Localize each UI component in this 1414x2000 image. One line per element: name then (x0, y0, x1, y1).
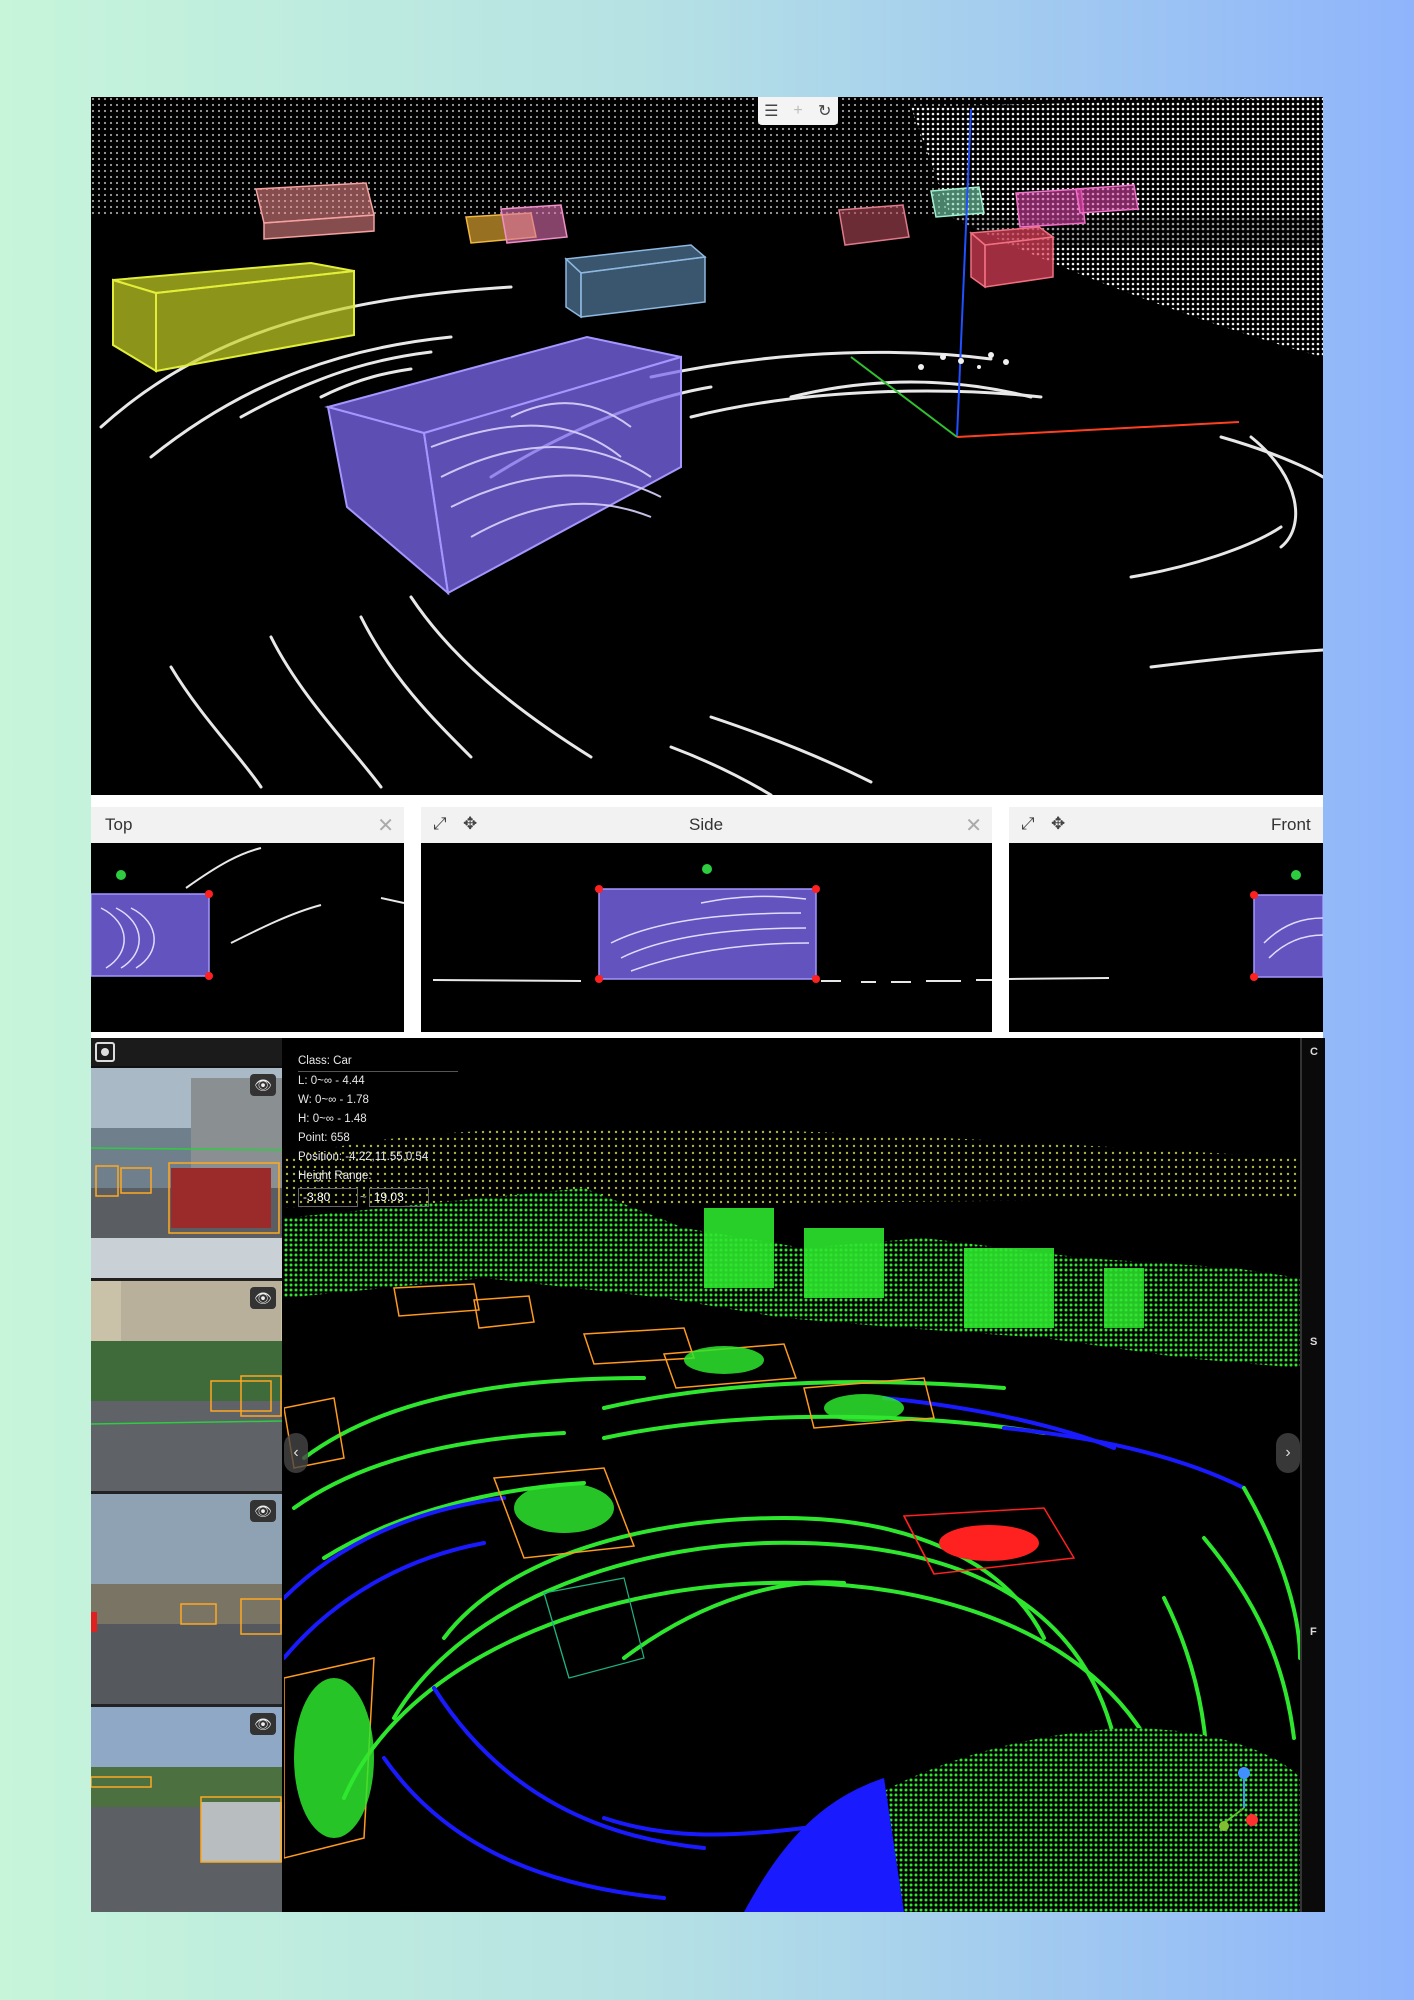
object-box-yellow (112, 261, 355, 373)
plus-icon: + (793, 102, 803, 119)
side-view-canvas[interactable] (421, 843, 992, 1032)
height-range-inputs: -3.80 ~19.03 (298, 1186, 458, 1208)
height-range-max-input[interactable]: 19.03 (368, 1188, 429, 1207)
move-icon[interactable]: ✥ (463, 814, 477, 834)
height-range-min-input[interactable]: -3.80 (298, 1188, 358, 1207)
object-box-salmon (255, 182, 375, 240)
align-icon[interactable]: ☰ (760, 101, 782, 121)
position-line: Position: -4.22,11.55,0.54 (298, 1151, 429, 1163)
point-count-line: Point: 658 (298, 1132, 350, 1144)
object-box-blue (564, 244, 707, 319)
3d-viewport[interactable]: ☰ + ↻ (91, 97, 1323, 795)
object-box-rose (838, 204, 910, 246)
chevron-left-icon[interactable]: ‹ (284, 1433, 308, 1473)
visibility-eye-icon[interactable]: 👁 (250, 1500, 276, 1522)
object-box-teal (543, 1577, 645, 1679)
front-view-header: ⤢ ✥ Front (1009, 807, 1323, 843)
side-view-title: Side (689, 815, 724, 834)
front-view-panel[interactable]: ⤢ ✥ Front (1009, 807, 1323, 1032)
camera-image-1[interactable]: 👁 (91, 1068, 282, 1281)
length-line: L: 0~∞ - 4.44 (298, 1075, 365, 1087)
top-view-panel[interactable]: Top ✕ (91, 807, 404, 1032)
front-view-title: Front (1271, 815, 1311, 834)
object-box-mint (930, 186, 985, 218)
camera-image-2[interactable]: 👁 (91, 1281, 282, 1494)
front-view-canvas[interactable] (1009, 843, 1323, 1032)
fullscreen-icon[interactable]: ⤢ (433, 814, 447, 834)
move-icon[interactable]: ✥ (1051, 814, 1065, 834)
right-panel-label-1: C (1310, 1046, 1318, 1058)
object-box-red (969, 226, 1056, 289)
width-line: W: 0~∞ - 1.78 (298, 1094, 369, 1106)
fullscreen-icon[interactable]: ⤢ (1021, 814, 1035, 834)
class-line: Class: Car (298, 1052, 458, 1072)
camera-image-3[interactable]: 👁 (91, 1494, 282, 1707)
camera-column: 👁 👁 👁 👁 (91, 1038, 282, 1912)
right-side-panel: C S F (1300, 1038, 1325, 1912)
chevron-right-icon[interactable]: › (1276, 1433, 1300, 1473)
top-view-title: Top (105, 815, 133, 834)
green-building-points (284, 1188, 1300, 1368)
ground-scan-lines (99, 285, 1323, 795)
annotation-workspace: ☰ + ↻ Top ✕ ⤢ ✥ Side ✕ ⤢ ✥ Front 👁 👁 👁 👁… (91, 97, 1325, 1912)
visibility-eye-icon[interactable]: 👁 (250, 1713, 276, 1735)
bottom-workspace: 👁 👁 👁 👁 Class: Car L: 0~∞ - 4.44 W: 0~∞ … (91, 1038, 1325, 1912)
right-panel-label-2: S (1310, 1336, 1318, 1348)
viewport-toolbar: ☰ + ↻ (758, 97, 838, 125)
object-info-panel: Class: Car L: 0~∞ - 4.44 W: 0~∞ - 1.78 H… (298, 1052, 458, 1208)
top-view-header: Top ✕ (91, 807, 404, 843)
height-range-label: Height Range: (298, 1170, 372, 1182)
right-panel-label-3: F (1310, 1626, 1317, 1638)
side-view-panel[interactable]: ⤢ ✥ Side ✕ (421, 807, 992, 1032)
pointcloud-view[interactable]: Class: Car L: 0~∞ - 4.44 W: 0~∞ - 1.78 H… (284, 1038, 1300, 1912)
visibility-eye-icon[interactable]: 👁 (250, 1287, 276, 1309)
top-view-canvas[interactable] (91, 843, 404, 1032)
record-toggle-icon[interactable] (95, 1042, 115, 1062)
camera-column-header (91, 1038, 282, 1066)
camera-image-4[interactable]: 👁 (91, 1707, 282, 1912)
close-icon[interactable]: ✕ (965, 813, 982, 838)
height-line: H: 0~∞ - 1.48 (298, 1113, 367, 1125)
object-box-pink (500, 204, 568, 244)
object-boxes-orange (284, 1283, 935, 1859)
projection-views: Top ✕ ⤢ ✥ Side ✕ ⤢ ✥ Front (91, 795, 1323, 1038)
side-view-header: ⤢ ✥ Side ✕ (421, 807, 992, 843)
close-icon[interactable]: ✕ (377, 813, 394, 838)
visibility-eye-icon[interactable]: 👁 (250, 1074, 276, 1096)
refresh-icon[interactable]: ↻ (814, 101, 836, 121)
